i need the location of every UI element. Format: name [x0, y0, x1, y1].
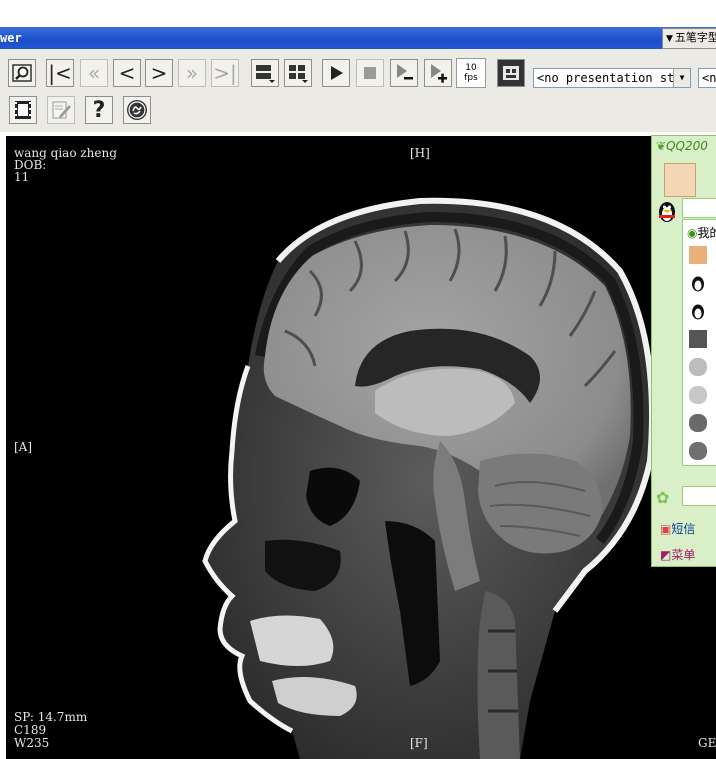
- image-adjust-icon: [503, 66, 519, 80]
- presentation-state-value: <no presentation st: [537, 71, 675, 85]
- orientation-left-marker: [A]: [14, 440, 33, 454]
- previous-frame-button[interactable]: <: [113, 59, 141, 87]
- ime-label: 五笔字型: [674, 31, 716, 44]
- fast-back-icon: «: [87, 61, 101, 85]
- sms-icon: ▣: [660, 522, 672, 536]
- qq-contact-list[interactable]: ◉我的: [682, 219, 716, 466]
- last-frame-icon: >|: [213, 61, 237, 85]
- cine-view-button[interactable]: [9, 96, 37, 124]
- expand-icon: ◉: [687, 226, 698, 240]
- zoom-button[interactable]: [8, 59, 36, 87]
- play-button[interactable]: [322, 59, 350, 87]
- presentation-state-select[interactable]: <no presentation st ▼: [533, 68, 691, 88]
- contact-avatar[interactable]: [689, 358, 707, 376]
- contact-avatar[interactable]: [689, 414, 707, 432]
- last-frame-button[interactable]: >|: [211, 59, 239, 87]
- menu-icon: ◩: [660, 548, 672, 562]
- chevron-down-icon: ▼: [666, 34, 673, 44]
- penguin-icon: [656, 198, 678, 224]
- first-frame-icon: |<: [48, 61, 72, 85]
- frame-rate-display: 10 fps: [456, 58, 486, 88]
- image-adjust-button[interactable]: [497, 59, 525, 87]
- dropdown-arrow-icon: ▼: [673, 69, 690, 87]
- stop-button[interactable]: [356, 59, 384, 87]
- next-frame-button[interactable]: >: [145, 59, 173, 87]
- orientation-bottom-marker: [F]: [410, 736, 428, 750]
- slice-spacing: SP: 14.7mm: [14, 710, 88, 724]
- penguin-contact-icon[interactable]: [689, 302, 707, 320]
- qq-group-header[interactable]: ◉我的: [687, 224, 716, 241]
- stop-icon: [364, 67, 376, 79]
- play-icon: [331, 66, 343, 80]
- window-title-bar: wer ▼ 五笔字型: [0, 27, 716, 49]
- qq-search-box[interactable]: [682, 486, 716, 506]
- contact-avatar[interactable]: [689, 330, 707, 348]
- window-center: C189: [14, 723, 47, 737]
- magnifier-icon: [12, 64, 32, 82]
- film-icon: [15, 101, 31, 119]
- image-viewport[interactable]: wang qiao zheng DOB: 11 [H] [A] SP: 14.7…: [10, 141, 716, 759]
- slower-button[interactable]: [390, 59, 418, 87]
- help-icon: ?: [92, 97, 106, 123]
- qq-leaf-icon: ❦: [656, 139, 667, 153]
- ime-indicator[interactable]: ▼ 五笔字型: [662, 28, 716, 49]
- next-icon: >: [150, 61, 168, 85]
- fast-back-button[interactable]: «: [80, 59, 108, 87]
- penguin-contact-icon[interactable]: [689, 274, 707, 292]
- annotate-button[interactable]: [47, 96, 75, 124]
- mri-sagittal-image: [202, 197, 655, 759]
- faster-button[interactable]: [424, 59, 452, 87]
- edit-note-icon: [52, 101, 71, 119]
- play-faster-icon: [431, 64, 447, 83]
- vendor-label: GE: [698, 736, 716, 750]
- contact-avatar[interactable]: [689, 246, 707, 264]
- contact-avatar[interactable]: [689, 442, 707, 460]
- layout-grid-button[interactable]: [284, 59, 312, 87]
- fps-unit: fps: [464, 73, 478, 83]
- layout-rows-icon: [256, 65, 275, 83]
- fast-forward-button[interactable]: »: [178, 59, 206, 87]
- sms-button[interactable]: ▣短信: [660, 520, 695, 537]
- about-button[interactable]: [123, 96, 151, 124]
- contact-avatar[interactable]: [689, 386, 707, 404]
- fps-value: 10: [465, 63, 477, 73]
- first-frame-button[interactable]: |<: [46, 59, 74, 87]
- ribbon-icon: ✿: [656, 488, 670, 507]
- qq-panel[interactable]: ❦QQ200 ◉我的 ✿ ▣短信 ◩菜单: [651, 135, 716, 567]
- orientation-top-marker: [H]: [410, 146, 430, 160]
- play-slower-icon: [397, 64, 413, 80]
- age-value: 11: [14, 170, 30, 184]
- layout-rows-button[interactable]: [251, 59, 279, 87]
- secondary-select[interactable]: <n: [698, 68, 716, 88]
- qq-status-box[interactable]: [682, 198, 716, 218]
- fast-forward-icon: »: [185, 61, 199, 85]
- help-button[interactable]: ?: [85, 96, 113, 124]
- qq-title: ❦QQ200: [656, 139, 708, 153]
- ge-logo-icon: [127, 100, 147, 120]
- layout-grid-icon: [289, 65, 308, 83]
- menu-button[interactable]: ◩菜单: [660, 546, 695, 563]
- previous-icon: <: [118, 61, 136, 85]
- window-width: W235: [14, 736, 50, 750]
- qq-avatar[interactable]: [664, 163, 696, 197]
- secondary-select-value: <n: [702, 71, 716, 85]
- window-title: wer: [0, 31, 22, 45]
